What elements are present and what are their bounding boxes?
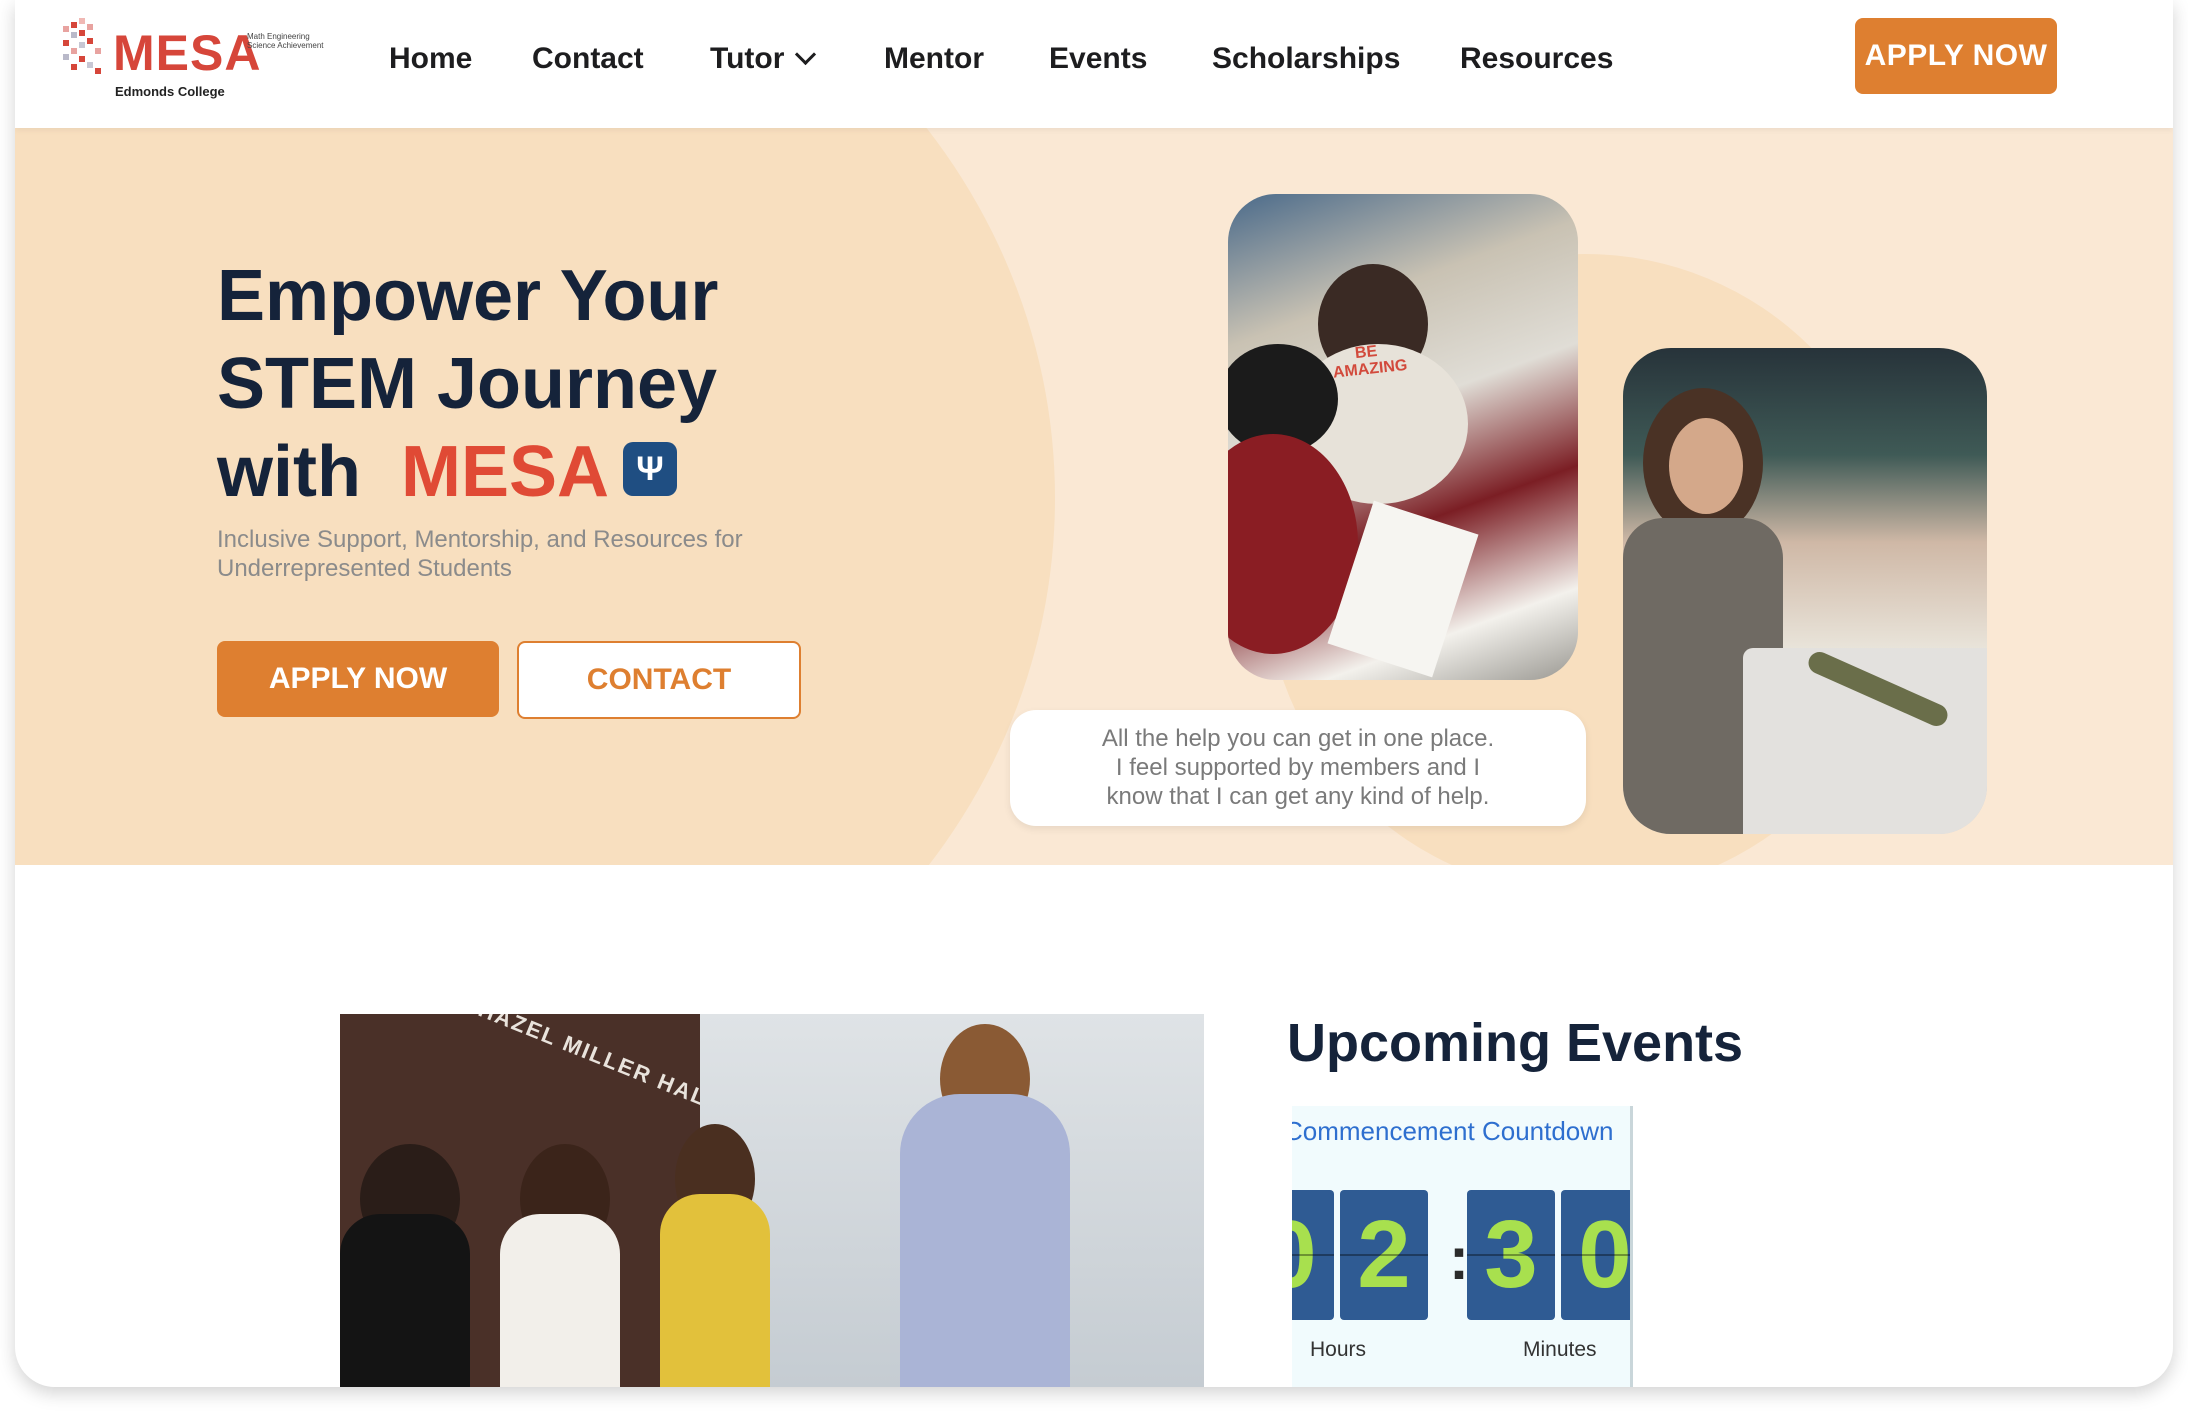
nav-link-tutor-label: Tutor [710, 42, 785, 75]
testimonial-quote: All the help you can get in one place. I… [1010, 710, 1586, 826]
countdown-digit-minutes-tens: 3 [1467, 1190, 1555, 1320]
countdown-minutes-label: Minutes [1523, 1338, 1597, 1361]
hero-subtitle-line1: Inclusive Support, Mentorship, and Resou… [217, 526, 743, 553]
nav-link-mentor[interactable]: Mentor [884, 40, 984, 78]
countdown-digit-hours-tens: 0 [1292, 1190, 1334, 1320]
quote-line2: I feel supported by members and I [1115, 754, 1481, 781]
hero-title-line3: with MESA Ψ [217, 428, 857, 516]
photo-figure [500, 1214, 620, 1387]
countdown-digit-hours-ones: 2 [1340, 1190, 1428, 1320]
hero-section: Empower Your STEM Journey with MESA Ψ Inc… [15, 128, 2173, 865]
nav-link-events[interactable]: Events [1049, 40, 1147, 78]
hero-subtitle-line2: Underrepresented Students [217, 555, 512, 582]
nav-link-contact[interactable]: Contact [532, 40, 644, 78]
hero-title-mesa: MESA [400, 432, 610, 512]
logo-tagline: Math Engineering Science Achievement [247, 32, 324, 50]
browser-page: MESA Math Engineering Science Achievemen… [15, 0, 2173, 1387]
photo-figure [1669, 418, 1743, 514]
students-campus-photo: HAZEL MILLER HALL [340, 1014, 1204, 1387]
logo-pixel-icon [63, 18, 101, 74]
commencement-countdown-widget: Commencement Countdown 0 2 : 3 0 Hours M… [1292, 1106, 1633, 1387]
trident-icon: Ψ [623, 441, 678, 496]
students-studying-photo: BE AMAZING [1228, 194, 1578, 680]
countdown-title: Commencement Countdown [1292, 1116, 1614, 1146]
nav-link-scholarships[interactable]: Scholarships [1212, 40, 1400, 78]
nav-link-resources[interactable]: Resources [1460, 40, 1613, 78]
nav-link-home[interactable]: Home [389, 40, 472, 78]
hero-subtitle: Inclusive Support, Mentorship, and Resou… [217, 525, 837, 583]
photo-figure [660, 1194, 770, 1387]
hero-title-line2: STEM Journey [217, 344, 718, 424]
top-navigation: MESA Math Engineering Science Achievemen… [15, 0, 2173, 128]
countdown-separator: : [1449, 1225, 1469, 1292]
upcoming-events-heading: Upcoming Events [1287, 1013, 1744, 1073]
hero-contact-button[interactable]: CONTACT [517, 641, 801, 719]
hero-apply-now-button[interactable]: APPLY NOW [217, 641, 499, 717]
hero-title: Empower Your STEM Journey with MESA Ψ [217, 252, 857, 516]
logo-wordmark: MESA [113, 25, 262, 81]
quote-line1: All the help you can get in one place. [1101, 725, 1495, 752]
logo-college-name: Edmonds College [115, 84, 225, 99]
quote-line3: know that I can get any kind of help. [1106, 783, 1490, 810]
countdown-hours-label: Hours [1310, 1338, 1367, 1361]
mesa-logo[interactable]: MESA Math Engineering Science Achievemen… [59, 18, 331, 104]
nav-apply-now-button[interactable]: APPLY NOW [1855, 18, 2057, 94]
countdown-digit-minutes-ones: 0 [1561, 1190, 1630, 1320]
photo-figure [900, 1094, 1070, 1387]
photo-shirt-text: BE AMAZING [1332, 342, 1409, 382]
student-with-lizard-photo [1623, 348, 1987, 834]
nav-link-tutor[interactable]: Tutor [710, 40, 817, 78]
chevron-down-icon [795, 43, 817, 66]
photo-figure [340, 1214, 470, 1387]
hero-title-with: with [217, 432, 361, 512]
hero-title-line1: Empower Your [217, 256, 719, 336]
